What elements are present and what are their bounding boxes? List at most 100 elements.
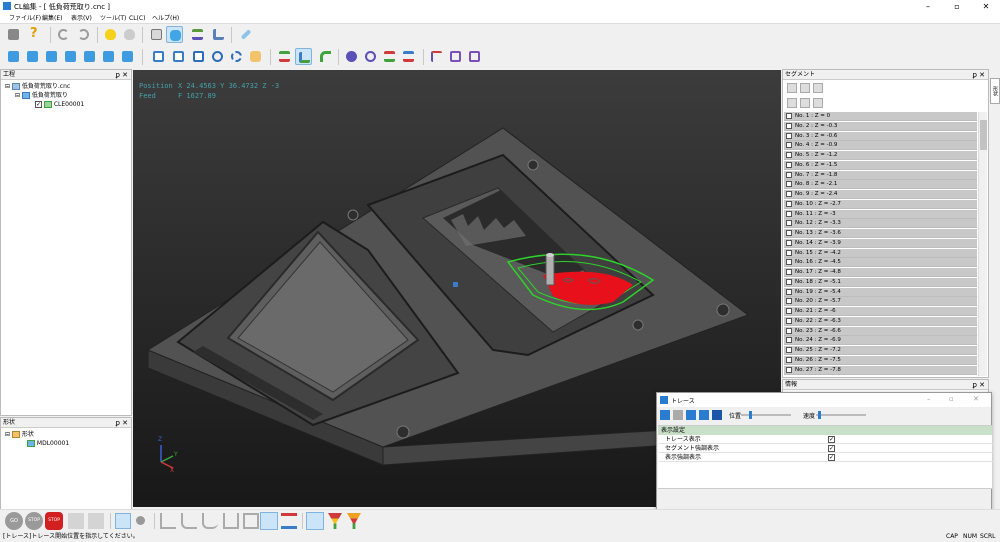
segment-checkbox[interactable]	[786, 113, 792, 119]
segment-tool-button-5[interactable]	[800, 98, 810, 108]
trace-close-button[interactable]: ✕	[973, 395, 979, 403]
view-iso-button[interactable]	[5, 48, 22, 65]
info-panel-pin-close[interactable]: ꝑ ✕	[972, 380, 985, 390]
menu-view[interactable]: 表示(V)	[71, 14, 92, 23]
process-panel-pin-close[interactable]: ꝑ ✕	[115, 70, 128, 80]
segment-row[interactable]: No. 17 : Z = -4.8	[784, 268, 977, 277]
segment-checkbox[interactable]	[786, 347, 792, 353]
line-tool-button[interactable]	[115, 513, 131, 529]
segment-row[interactable]: No. 11 : Z = -3	[784, 209, 977, 219]
tree-item-model[interactable]: MDL00001	[5, 439, 69, 448]
segment-row[interactable]: No. 9 : Z = -2.4	[784, 190, 977, 199]
view-bottom-button[interactable]	[119, 48, 136, 65]
stack-button[interactable]	[400, 48, 417, 65]
position-slider[interactable]	[741, 411, 791, 419]
trace-minimize-button[interactable]: –	[927, 395, 931, 403]
segment-row[interactable]: No. 4 : Z = -0.9	[784, 141, 977, 151]
segment-checkbox[interactable]	[786, 200, 792, 207]
segment-checkbox[interactable]	[786, 239, 792, 246]
move-button[interactable]	[447, 48, 464, 65]
tree-item-file[interactable]: ⊟ 低負荷荒取り.cnc	[5, 82, 84, 91]
segment-row[interactable]: No. 21 : Z = -6	[784, 307, 977, 316]
setting-checkbox-segment-highlight[interactable]: ✓	[828, 445, 835, 452]
segment-checkbox[interactable]	[786, 317, 792, 324]
tool-view-button[interactable]	[210, 26, 227, 43]
stock-view-button[interactable]	[166, 26, 183, 43]
tree-expander[interactable]: ⊟	[5, 83, 10, 90]
segment-scrollbar[interactable]	[978, 112, 987, 376]
segment-checkbox[interactable]	[786, 152, 792, 158]
cle-checkbox[interactable]: ✓	[35, 101, 42, 108]
view-back-button[interactable]	[100, 48, 117, 65]
segment-checkbox[interactable]	[786, 230, 792, 236]
segment-checkbox[interactable]	[786, 308, 792, 314]
corner-tool-button-3[interactable]	[202, 513, 218, 529]
segment-checkbox[interactable]	[786, 356, 792, 363]
segment-checkbox[interactable]	[786, 142, 792, 149]
tree-item-shape[interactable]: ⊟ 形状	[5, 430, 69, 439]
segment-row[interactable]: No. 5 : Z = -1.2	[784, 151, 977, 160]
segment-checkbox[interactable]	[786, 171, 792, 178]
arc-button[interactable]	[317, 48, 334, 65]
trace-last-button[interactable]	[699, 410, 709, 420]
inspect-button[interactable]	[362, 48, 379, 65]
close-button[interactable]: ✕	[972, 0, 1000, 13]
path-display-button[interactable]	[276, 48, 293, 65]
segment-row[interactable]: No. 23 : Z = -6.6	[784, 326, 977, 336]
segment-row[interactable]: No. 8 : Z = -2.1	[784, 180, 977, 190]
view-plane-button[interactable]	[170, 48, 187, 65]
segment-panel-pin-close[interactable]: ꝑ ✕	[972, 70, 985, 80]
position-slider-thumb[interactable]	[748, 411, 752, 419]
maximize-button[interactable]: ▫	[943, 0, 971, 13]
segment-checkbox[interactable]	[786, 132, 792, 139]
segment-tool-button-1[interactable]	[787, 83, 797, 93]
segment-row[interactable]: No. 20 : Z = -5.7	[784, 297, 977, 307]
path-layers-tool-button[interactable]	[281, 513, 297, 529]
stop-button[interactable]: STOP	[45, 512, 63, 530]
segment-row[interactable]: No. 27 : Z = -7.8	[784, 365, 977, 375]
point-tool-button[interactable]	[136, 516, 145, 525]
trace-button[interactable]	[295, 48, 312, 65]
funnel-color-icon[interactable]	[347, 513, 361, 529]
settings-section-header[interactable]: 表示設定	[658, 426, 992, 435]
segment-checkbox[interactable]	[786, 210, 792, 217]
view-left-button[interactable]	[81, 48, 98, 65]
segment-checkbox[interactable]	[786, 259, 792, 266]
segment-row[interactable]: No. 16 : Z = -4.5	[784, 258, 977, 268]
save-button[interactable]	[5, 26, 22, 43]
trace-stop-button[interactable]	[712, 410, 722, 420]
go-button[interactable]: GO	[5, 512, 23, 530]
corner-tool-button-1[interactable]	[160, 513, 176, 529]
funnel-icon[interactable]	[328, 513, 342, 529]
stop-button-disabled[interactable]: STOP	[25, 512, 43, 530]
trace-maximize-button[interactable]: ▫	[949, 395, 954, 403]
segment-row[interactable]: No. 2 : Z = -0.3	[784, 121, 977, 131]
menu-tools[interactable]: ツール(T)	[100, 14, 126, 23]
segment-checkbox[interactable]	[786, 337, 792, 344]
segment-row[interactable]: No. 10 : Z = -2.7	[784, 199, 977, 209]
segment-tool-button-6[interactable]	[813, 98, 823, 108]
measure-button[interactable]	[237, 26, 254, 43]
segment-row[interactable]: No. 14 : Z = -3.9	[784, 238, 977, 248]
view-right-button[interactable]	[62, 48, 79, 65]
corner-tool-button-2[interactable]	[181, 513, 197, 529]
segment-row[interactable]: No. 3 : Z = -0.6	[784, 131, 977, 141]
segment-row[interactable]: No. 7 : Z = -1.8	[784, 170, 977, 180]
segment-checkbox[interactable]	[786, 269, 792, 275]
step-button[interactable]	[68, 513, 84, 529]
view-top-button[interactable]	[24, 48, 41, 65]
pan-button[interactable]	[247, 48, 264, 65]
segment-checkbox[interactable]	[786, 298, 792, 305]
path-tool-button[interactable]	[260, 512, 278, 530]
segment-checkbox[interactable]	[786, 122, 792, 129]
speed-slider-thumb[interactable]	[817, 411, 821, 419]
segment-checkbox[interactable]	[786, 327, 792, 334]
light-off-button[interactable]	[121, 26, 138, 43]
shape-view-button[interactable]	[148, 26, 165, 43]
segment-checkbox[interactable]	[786, 191, 792, 197]
menu-cl[interactable]: CL(C)	[129, 14, 145, 23]
tree-item-cle[interactable]: ✓ CLE00001	[5, 100, 84, 109]
select-button[interactable]	[88, 513, 104, 529]
trace-pause-button[interactable]	[673, 410, 683, 420]
corner-tool-button-4[interactable]	[223, 513, 239, 529]
